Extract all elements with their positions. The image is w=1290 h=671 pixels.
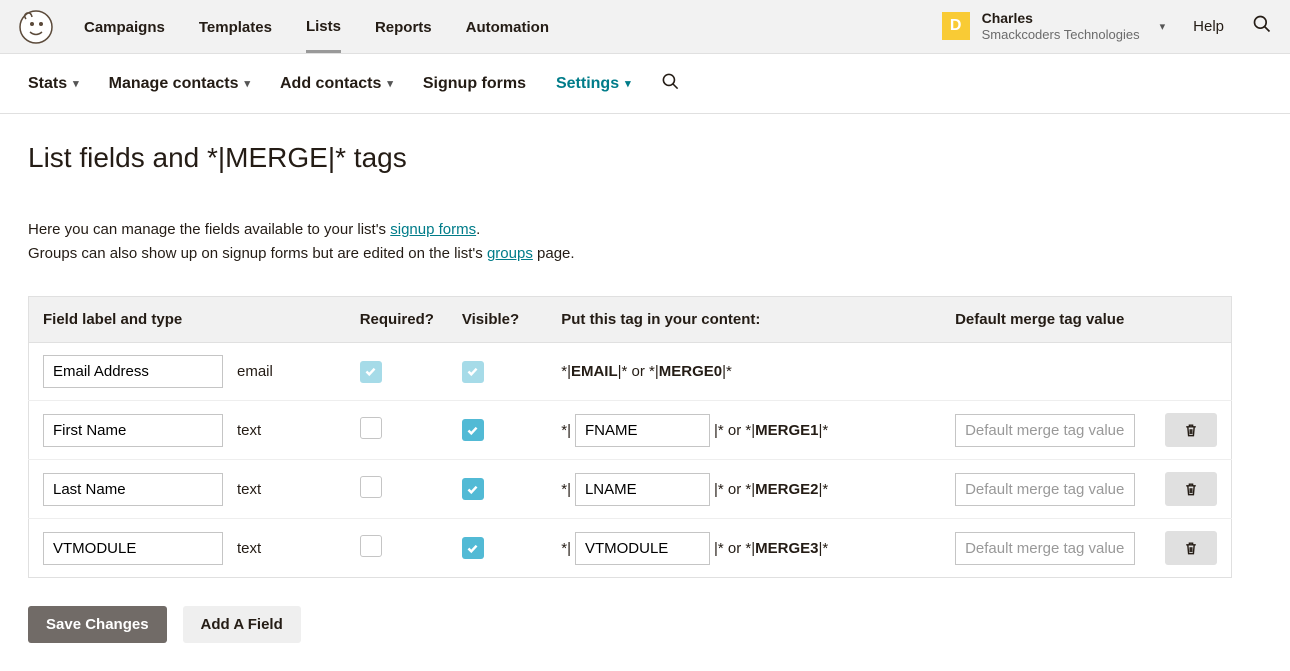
save-button[interactable]: Save Changes <box>28 606 167 643</box>
delete-field-button[interactable] <box>1165 472 1217 506</box>
tab-manage-contacts-label: Manage contacts <box>109 75 239 93</box>
tab-stats-label: Stats <box>28 75 67 93</box>
table-header-row: Field label and type Required? Visible? … <box>29 297 1232 343</box>
content: List fields and *|MERGE|* tags Here you … <box>0 114 1260 671</box>
required-checkbox[interactable] <box>360 535 382 557</box>
required-checkbox[interactable] <box>360 417 382 439</box>
user-org: Smackcoders Technologies <box>982 27 1140 43</box>
tab-manage-contacts[interactable]: Manage contacts ▾ <box>109 75 250 93</box>
chevron-down-icon: ▾ <box>244 77 250 90</box>
required-checkbox[interactable] <box>360 476 382 498</box>
tab-add-contacts-label: Add contacts <box>280 75 381 93</box>
required-checkbox <box>360 361 382 383</box>
help-link[interactable]: Help <box>1193 18 1224 35</box>
merge-tag-input[interactable] <box>575 532 710 565</box>
field-type-label: text <box>237 481 261 498</box>
tab-settings[interactable]: Settings ▾ <box>556 75 631 93</box>
user-name: Charles <box>982 10 1140 27</box>
nav-campaigns[interactable]: Campaigns <box>84 2 165 51</box>
tag-prefix: *| <box>561 422 571 439</box>
field-label-input[interactable] <box>43 532 223 565</box>
th-required: Required? <box>346 297 448 343</box>
user-text: Charles Smackcoders Technologies <box>982 10 1140 42</box>
top-header: Campaigns Templates Lists Reports Automa… <box>0 0 1290 54</box>
th-label: Field label and type <box>29 297 346 343</box>
page-title: List fields and *|MERGE|* tags <box>28 142 1232 174</box>
th-delete <box>1151 297 1232 343</box>
visible-checkbox[interactable] <box>462 478 484 500</box>
visible-checkbox <box>462 361 484 383</box>
tab-signup-forms[interactable]: Signup forms <box>423 75 526 93</box>
table-row: email *|EMAIL|* or *|MERGE0|* <box>29 343 1232 401</box>
th-default: Default merge tag value <box>941 297 1151 343</box>
desc-text: page. <box>533 245 575 262</box>
table-row: text *| |* or *|MERGE2|* <box>29 460 1232 519</box>
field-label-input[interactable] <box>43 414 223 447</box>
top-right: D Charles Smackcoders Technologies ▾ Hel… <box>942 10 1272 42</box>
default-value-input[interactable] <box>955 414 1135 447</box>
desc-text: Groups can also show up on signup forms … <box>28 245 487 262</box>
nav-automation[interactable]: Automation <box>466 2 549 51</box>
tab-signup-forms-label: Signup forms <box>423 75 526 93</box>
user-menu[interactable]: D Charles Smackcoders Technologies ▾ <box>942 10 1166 42</box>
signup-forms-link[interactable]: signup forms <box>390 221 476 238</box>
table-row: text *| |* or *|MERGE1|* <box>29 401 1232 460</box>
field-type-label: text <box>237 540 261 557</box>
delete-field-button[interactable] <box>1165 531 1217 565</box>
chevron-down-icon: ▾ <box>1160 20 1166 33</box>
chevron-down-icon: ▾ <box>387 77 393 90</box>
chevron-down-icon: ▾ <box>73 77 79 90</box>
merge-tag-input[interactable] <box>575 414 710 447</box>
tag-prefix: *| <box>561 481 571 498</box>
page-description: Here you can manage the fields available… <box>28 218 1232 266</box>
tag-suffix: |* or *|MERGE2|* <box>714 481 828 498</box>
nav-templates[interactable]: Templates <box>199 2 272 51</box>
visible-checkbox[interactable] <box>462 419 484 441</box>
sub-header: Stats ▾ Manage contacts ▾ Add contacts ▾ Si… <box>0 54 1290 114</box>
table-row: text *| |* or *|MERGE3|* <box>29 519 1232 578</box>
th-tag: Put this tag in your content: <box>547 297 941 343</box>
field-label-input[interactable] <box>43 473 223 506</box>
default-value-input[interactable] <box>955 532 1135 565</box>
desc-text: Here you can manage the fields available… <box>28 221 390 238</box>
field-label-input[interactable] <box>43 355 223 388</box>
list-search-icon[interactable] <box>661 72 680 95</box>
groups-link[interactable]: groups <box>487 245 533 262</box>
merge-tag-static: *|EMAIL|* or *|MERGE0|* <box>561 363 732 380</box>
merge-tag-input[interactable] <box>575 473 710 506</box>
delete-field-button[interactable] <box>1165 413 1217 447</box>
tag-suffix: |* or *|MERGE3|* <box>714 540 828 557</box>
tag-suffix: |* or *|MERGE1|* <box>714 422 828 439</box>
nav-reports[interactable]: Reports <box>375 2 432 51</box>
top-nav: Campaigns Templates Lists Reports Automa… <box>84 1 549 53</box>
tab-settings-label: Settings <box>556 75 619 93</box>
avatar: D <box>942 12 970 40</box>
fields-table: Field label and type Required? Visible? … <box>28 296 1232 578</box>
chevron-down-icon: ▾ <box>625 77 631 90</box>
desc-text: . <box>476 221 480 238</box>
visible-checkbox[interactable] <box>462 537 484 559</box>
field-type-label: text <box>237 422 261 439</box>
th-visible: Visible? <box>448 297 547 343</box>
footer-buttons: Save Changes Add A Field <box>28 606 1232 643</box>
tab-add-contacts[interactable]: Add contacts ▾ <box>280 75 393 93</box>
tag-prefix: *| <box>561 540 571 557</box>
default-value-input[interactable] <box>955 473 1135 506</box>
nav-lists[interactable]: Lists <box>306 1 341 53</box>
field-type-label: email <box>237 363 273 380</box>
mailchimp-logo-icon[interactable] <box>18 9 54 45</box>
add-field-button[interactable]: Add A Field <box>183 606 301 643</box>
search-icon[interactable] <box>1252 14 1272 38</box>
tab-stats[interactable]: Stats ▾ <box>28 75 79 93</box>
